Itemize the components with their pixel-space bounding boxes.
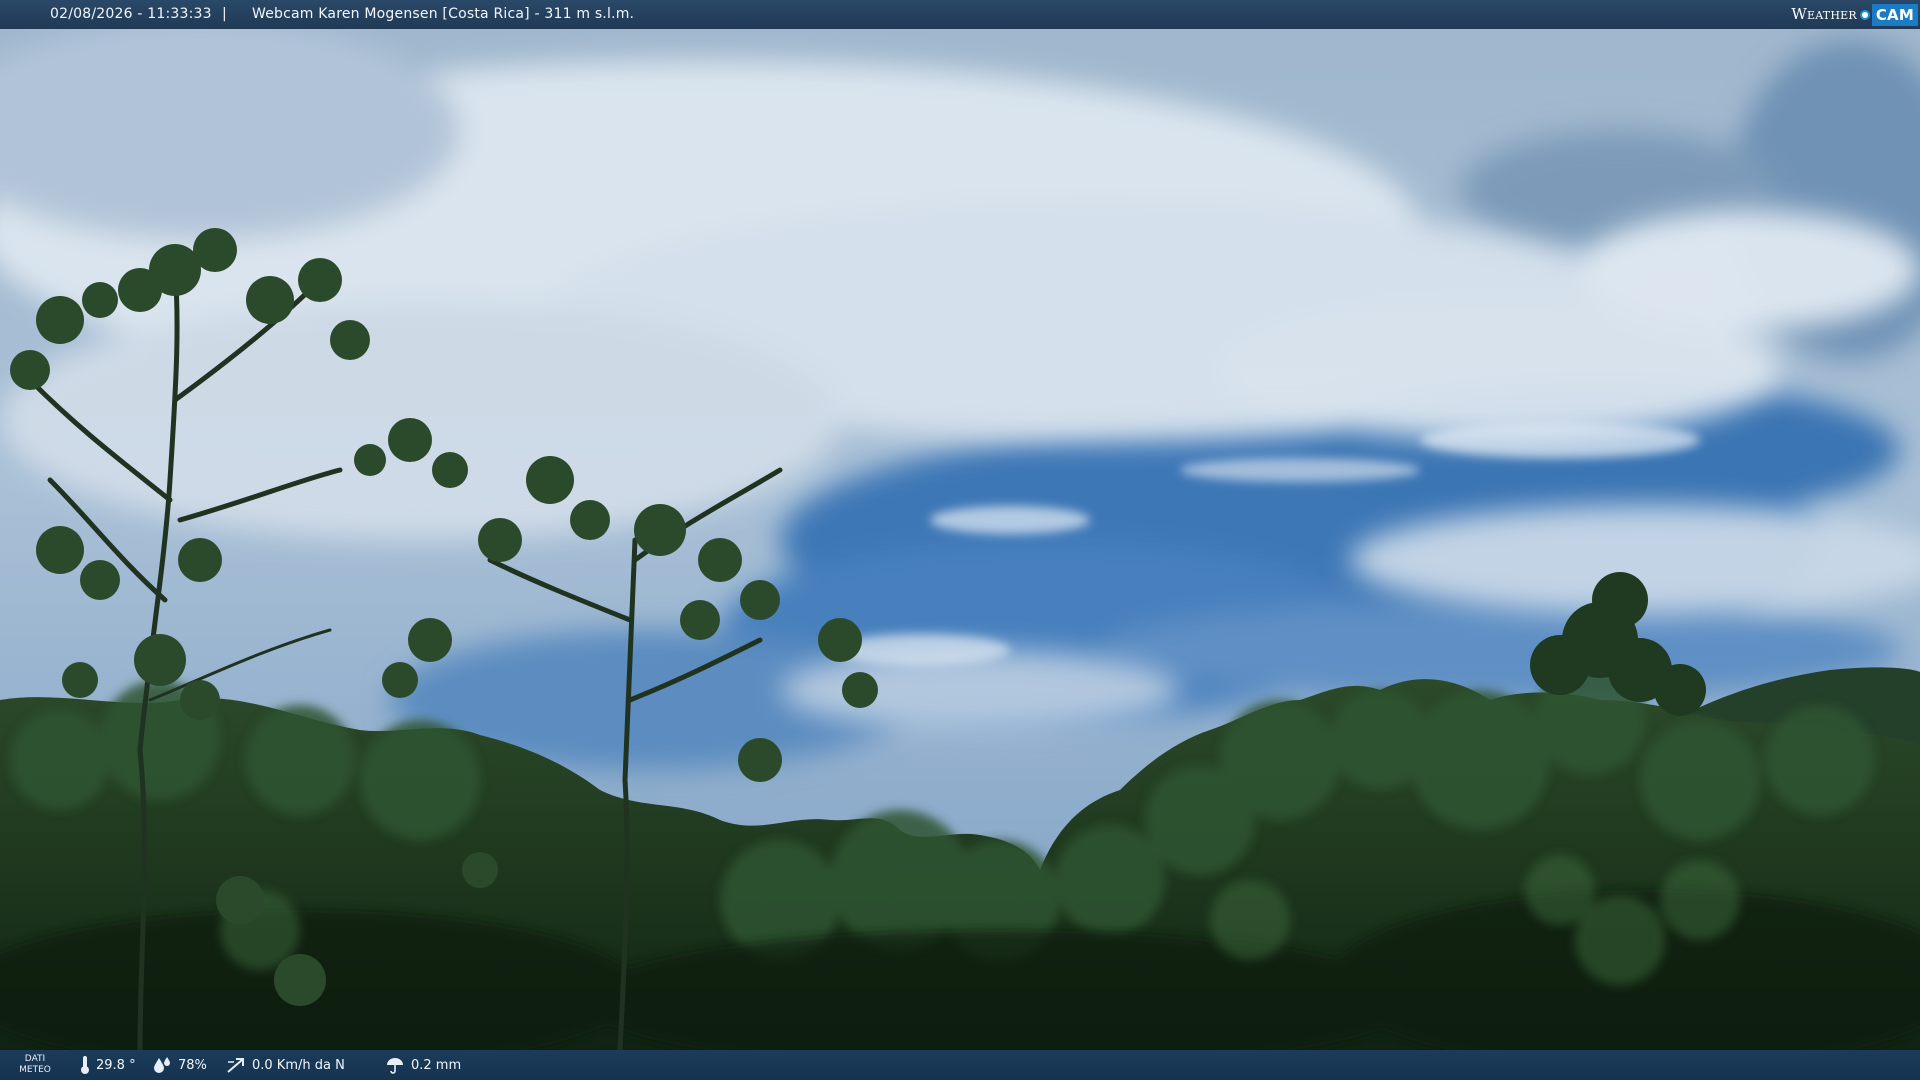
dati-label-line2: METEO <box>19 1065 51 1075</box>
humidity-reading: 78% <box>152 1050 207 1080</box>
wind-reading: 0.0 Km/h da N <box>226 1050 345 1080</box>
wind-icon <box>227 1058 244 1073</box>
rain-icon <box>387 1058 403 1074</box>
webcam-title: Webcam Karen Mogensen [Costa Rica] - 311… <box>252 6 635 22</box>
rain-value: 0.2 mm <box>411 1057 462 1073</box>
weathercam-logo[interactable]: Weather CAM <box>1791 2 1918 27</box>
temperature-reading: 29.8 ° <box>80 1050 136 1080</box>
humidity-drops-icon <box>154 1057 170 1073</box>
rain-reading: 0.2 mm <box>385 1050 461 1080</box>
wind-value: 0.0 Km/h da N <box>252 1057 345 1073</box>
capture-datetime: 02/08/2026 - 11:33:33 <box>50 6 212 22</box>
thermometer-icon <box>81 1056 89 1074</box>
header-separator: | <box>222 6 227 22</box>
dati-meteo-label: DATI METEO <box>16 1054 54 1076</box>
logo-dot-icon <box>1859 9 1870 20</box>
humidity-value: 78% <box>178 1057 207 1073</box>
weather-data-bar: DATI METEO 29.8 ° 78% 0.0 Km/h da N 0.2 … <box>0 1050 1920 1080</box>
top-info-bar: 02/08/2026 - 11:33:33 | Webcam Karen Mog… <box>0 0 1920 29</box>
dati-label-line1: DATI <box>24 1054 46 1064</box>
webcam-image <box>0 0 1920 1080</box>
logo-cam: CAM <box>1871 3 1918 26</box>
logo-word: Weather <box>1791 5 1857 23</box>
temperature-value: 29.8 ° <box>96 1057 136 1073</box>
